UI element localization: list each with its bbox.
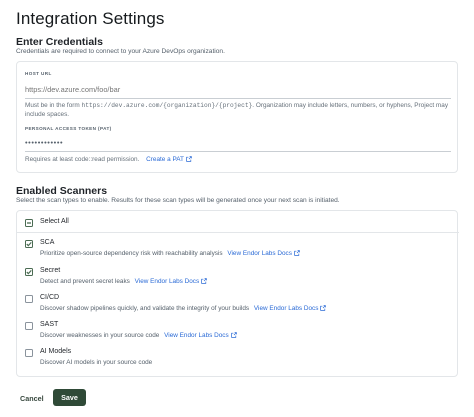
- scanners-heading: Enabled Scanners: [16, 185, 108, 197]
- token-help: Requires at least code::read permission.…: [25, 155, 453, 164]
- external-link-icon: [294, 250, 300, 256]
- sast-checkbox[interactable]: [25, 322, 33, 330]
- scanner-description: Discover AI models in your source code: [40, 359, 152, 366]
- scanner-name: Secret: [40, 267, 61, 274]
- host-url-help-code: https://dev.azure.com/{organization}/{pr…: [81, 102, 253, 109]
- external-link-icon: [186, 156, 192, 162]
- host-url-help: Must be in the form https://dev.azure.co…: [25, 101, 453, 119]
- host-url-label: HOST URL: [25, 71, 52, 76]
- docs-link-text: View Endor Labs Docs: [227, 250, 292, 257]
- docs-link-text: View Endor Labs Docs: [164, 332, 229, 339]
- scanner-name: AI Models: [40, 348, 72, 355]
- external-link-icon: [201, 278, 207, 284]
- secret-checkbox[interactable]: [25, 268, 33, 276]
- scanners-card: Select All SCA Prioritize open-source de…: [16, 210, 459, 377]
- cicd-docs-link[interactable]: View Endor Labs Docs: [254, 305, 327, 312]
- sca-docs-link[interactable]: View Endor Labs Docs: [227, 250, 300, 257]
- token-help-text: Requires at least code::read permission.: [25, 156, 140, 163]
- scanner-description-text: Prioritize open-source dependency risk w…: [40, 250, 223, 257]
- credentials-card: HOST URL Must be in the form https://dev…: [16, 61, 458, 173]
- sast-docs-link[interactable]: View Endor Labs Docs: [164, 332, 237, 339]
- indeterminate-icon: [27, 222, 31, 224]
- scanner-description-text: Discover weaknesses in your source code: [40, 332, 160, 339]
- external-link-icon: [320, 305, 327, 311]
- scanners-description: Select the scan types to enable. Results…: [16, 197, 340, 204]
- host-url-help-prefix: Must be in the form: [25, 102, 82, 109]
- cancel-button[interactable]: Cancel: [16, 391, 48, 405]
- scanner-description: Discover shadow pipelines quickly, and v…: [40, 305, 327, 312]
- ai-models-checkbox[interactable]: [25, 349, 33, 357]
- scanner-description: Detect and prevent secret leaks View End…: [40, 278, 207, 285]
- scanner-description: Prioritize open-source dependency risk w…: [40, 250, 300, 257]
- scanner-name: CI/CD: [40, 294, 60, 301]
- docs-link-text: View Endor Labs Docs: [134, 278, 200, 285]
- scanner-description: Discover weaknesses in your source code …: [40, 332, 237, 339]
- scanner-description-text: Discover shadow pipelines quickly, and v…: [40, 305, 250, 312]
- token-label: PERSONAL ACCESS TOKEN (PAT): [25, 126, 112, 131]
- scanner-name: SAST: [40, 321, 59, 328]
- save-button[interactable]: Save: [53, 389, 86, 406]
- token-input[interactable]: ••••••••••••: [25, 134, 451, 152]
- credentials-heading: Enter Credentials: [16, 36, 103, 48]
- checkmark-icon: [26, 269, 32, 275]
- select-all-checkbox[interactable]: [25, 219, 33, 227]
- create-pat-link-text: Create a PAT: [146, 156, 184, 163]
- secret-docs-link[interactable]: View Endor Labs Docs: [135, 278, 208, 285]
- select-all-label: Select All: [40, 218, 69, 225]
- cicd-checkbox[interactable]: [25, 295, 33, 303]
- scanner-name: SCA: [40, 239, 55, 246]
- divider: [17, 232, 459, 233]
- create-pat-link[interactable]: Create a PAT: [146, 156, 192, 163]
- scanner-description-text: Discover AI models in your source code: [40, 359, 153, 366]
- checkmark-icon: [26, 241, 32, 247]
- external-link-icon: [230, 332, 237, 338]
- credentials-description: Credentials are required to connect to y…: [16, 48, 225, 55]
- docs-link-text: View Endor Labs Docs: [253, 305, 319, 312]
- scanner-description-text: Detect and prevent secret leaks: [40, 278, 130, 285]
- host-url-input[interactable]: [25, 81, 451, 99]
- page-title: Integration Settings: [16, 9, 165, 28]
- sca-checkbox[interactable]: [25, 240, 33, 248]
